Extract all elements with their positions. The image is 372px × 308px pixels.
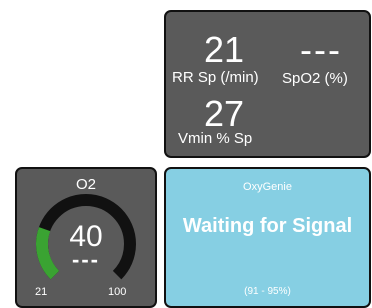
rr-label: RR Sp (/min) <box>172 69 259 86</box>
spo2-value: --- <box>300 29 342 70</box>
oxygenie-title: OxyGenie <box>243 181 292 193</box>
oxygenie-target-range: (91 - 95%) <box>244 286 291 297</box>
oxygenie-panel[interactable]: OxyGenie Waiting for Signal (91 - 95%) <box>164 167 371 308</box>
vmin-value: 27 <box>204 93 245 134</box>
oxygenie-status: Waiting for Signal <box>182 215 353 237</box>
ventilation-panel: 21 RR Sp (/min) --- SpO2 (%) 27 Vmin % S… <box>164 10 371 158</box>
o2-max-label: 100 <box>108 286 127 298</box>
spo2-label: SpO2 (%) <box>282 70 348 87</box>
o2-title: O2 <box>75 176 96 193</box>
vmin-label: Vmin % Sp <box>178 130 253 147</box>
o2-setting: --- <box>72 247 100 272</box>
rr-value: 21 <box>204 29 245 70</box>
o2-min-label: 21 <box>35 286 48 298</box>
o2-control-panel[interactable]: O2 40 --- 21 100 <box>15 167 157 308</box>
